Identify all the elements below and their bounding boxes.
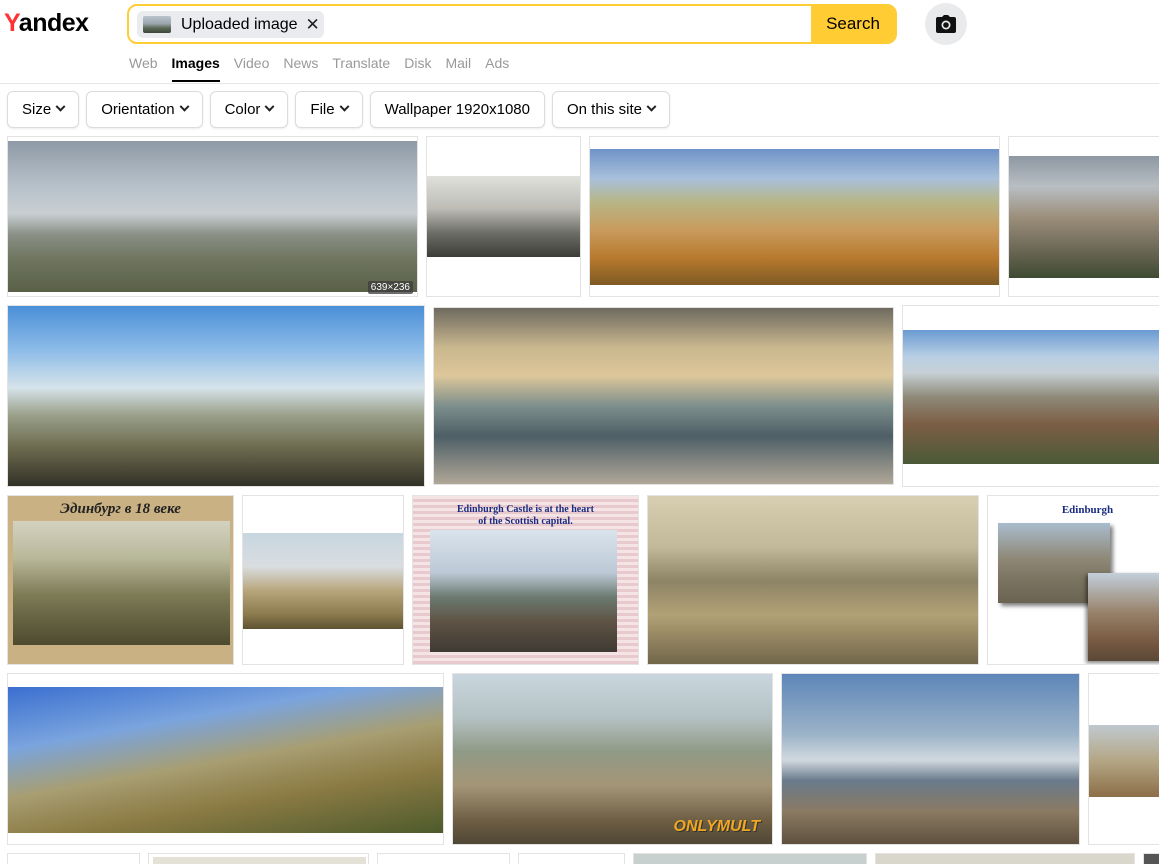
filter-label: Wallpaper 1920x1080 — [384, 101, 530, 118]
chevron-down-icon — [264, 101, 275, 112]
image-results-grid: 639×236 Эдинбург в 18 веке Edinburgh Cas… — [0, 0, 1159, 864]
image-result[interactable] — [633, 853, 867, 864]
filter-label: Color — [224, 101, 261, 118]
edinburgh-collage-image-2 — [1088, 573, 1159, 661]
uploaded-image-thumbnail — [143, 16, 171, 33]
image-caption: Edinburgh Castle is at the heart of the … — [457, 504, 594, 527]
oxford-aerial-image — [8, 687, 443, 833]
filter-label: File — [310, 101, 335, 118]
yandex-logo[interactable]: Yandex — [4, 9, 89, 38]
image-result[interactable] — [518, 853, 625, 864]
filter-label: On this site — [566, 101, 643, 118]
uploaded-image-chip[interactable]: Uploaded image ✕ — [137, 11, 324, 38]
tab-translate[interactable]: Translate — [332, 55, 390, 71]
partial-image — [876, 854, 1134, 864]
image-result[interactable]: Edinburgh Castle is at the heart of the … — [412, 495, 639, 665]
bern-painting-image — [648, 496, 978, 664]
search-button[interactable]: Search — [811, 6, 895, 42]
filter-wallpaper-1920x1080[interactable]: Wallpaper 1920x1080 — [369, 91, 545, 128]
image-result[interactable]: 639×236 — [7, 136, 418, 297]
image-result[interactable] — [7, 853, 140, 864]
rainbow-city-image — [590, 149, 999, 285]
bath-view-image — [8, 306, 424, 486]
partial-image — [153, 857, 366, 864]
partial-image — [1144, 854, 1159, 864]
filter-orientation[interactable]: Orientation — [86, 91, 203, 128]
chevron-down-icon — [646, 101, 657, 112]
image-result[interactable] — [1008, 136, 1159, 297]
image-result[interactable] — [902, 305, 1159, 487]
tab-mail[interactable]: Mail — [445, 55, 471, 71]
filter-bar: Size Orientation Color File Wallpaper 1920x1… — [7, 91, 677, 128]
logo-y: Y — [4, 9, 19, 37]
size-badge: 639×236 — [367, 281, 413, 294]
image-result[interactable] — [7, 305, 425, 487]
search-box[interactable]: Uploaded image ✕ Search — [127, 4, 897, 44]
image-result[interactable] — [242, 495, 404, 665]
image-result[interactable] — [647, 495, 979, 665]
chevron-down-icon — [179, 101, 190, 112]
tab-images[interactable]: Images — [171, 55, 221, 82]
image-result[interactable] — [433, 307, 894, 485]
bern-winter-image — [434, 308, 893, 484]
camera-icon[interactable] — [925, 3, 967, 45]
tab-ads[interactable]: Ads — [485, 55, 509, 71]
chevron-down-icon — [339, 101, 350, 112]
image-result[interactable] — [377, 853, 510, 864]
town-panorama-image — [1089, 725, 1159, 797]
logo-rest: andex — [18, 9, 89, 37]
filter-color[interactable]: Color — [209, 91, 289, 128]
edinburgh-painting-image — [13, 521, 230, 645]
image-result[interactable] — [7, 673, 444, 845]
filter-file[interactable]: File — [295, 91, 363, 128]
image-result[interactable] — [1143, 853, 1159, 864]
image-result[interactable]: ONLYMULT — [452, 673, 773, 845]
image-result[interactable] — [589, 136, 1000, 297]
image-result[interactable] — [426, 136, 581, 297]
edinburgh-castle-image — [430, 530, 617, 652]
filter-on-this-site[interactable]: On this site — [551, 91, 671, 128]
search-tabs: Web Images Video News Translate Disk Mail Ads — [129, 55, 523, 82]
filter-label: Size — [22, 101, 52, 118]
image-result[interactable] — [875, 853, 1135, 864]
filter-label: Orientation — [101, 101, 175, 118]
chevron-down-icon — [55, 101, 66, 112]
tab-disk[interactable]: Disk — [404, 55, 431, 71]
image-result[interactable] — [1088, 673, 1159, 845]
image-caption: Edinburgh — [1061, 504, 1114, 516]
landscape-painting-image — [243, 533, 403, 629]
tab-news[interactable]: News — [283, 55, 318, 71]
image-result[interactable] — [148, 853, 369, 864]
image-caption: Эдинбург в 18 веке — [60, 501, 181, 517]
zurich-panorama-image — [903, 330, 1159, 464]
oxford-skyline-image — [8, 141, 417, 292]
image-result[interactable]: Эдинбург в 18 веке — [7, 495, 234, 665]
chip-label: Uploaded image — [181, 15, 298, 33]
partial-image — [634, 854, 866, 864]
header: Yandex Uploaded image ✕ Search Web Images… — [0, 0, 1159, 84]
bern-alps-image — [782, 674, 1079, 844]
tab-web[interactable]: Web — [129, 55, 158, 71]
image-result[interactable]: Edinburgh — [987, 495, 1159, 665]
filter-size[interactable]: Size — [7, 91, 80, 128]
edinburgh-street-image — [1009, 156, 1159, 278]
image-result[interactable] — [781, 673, 1080, 845]
watermark-onlymult: ONLYMULT — [673, 818, 761, 835]
tab-video[interactable]: Video — [234, 55, 270, 71]
close-icon[interactable]: ✕ — [306, 16, 320, 33]
engraving-image — [427, 176, 580, 257]
